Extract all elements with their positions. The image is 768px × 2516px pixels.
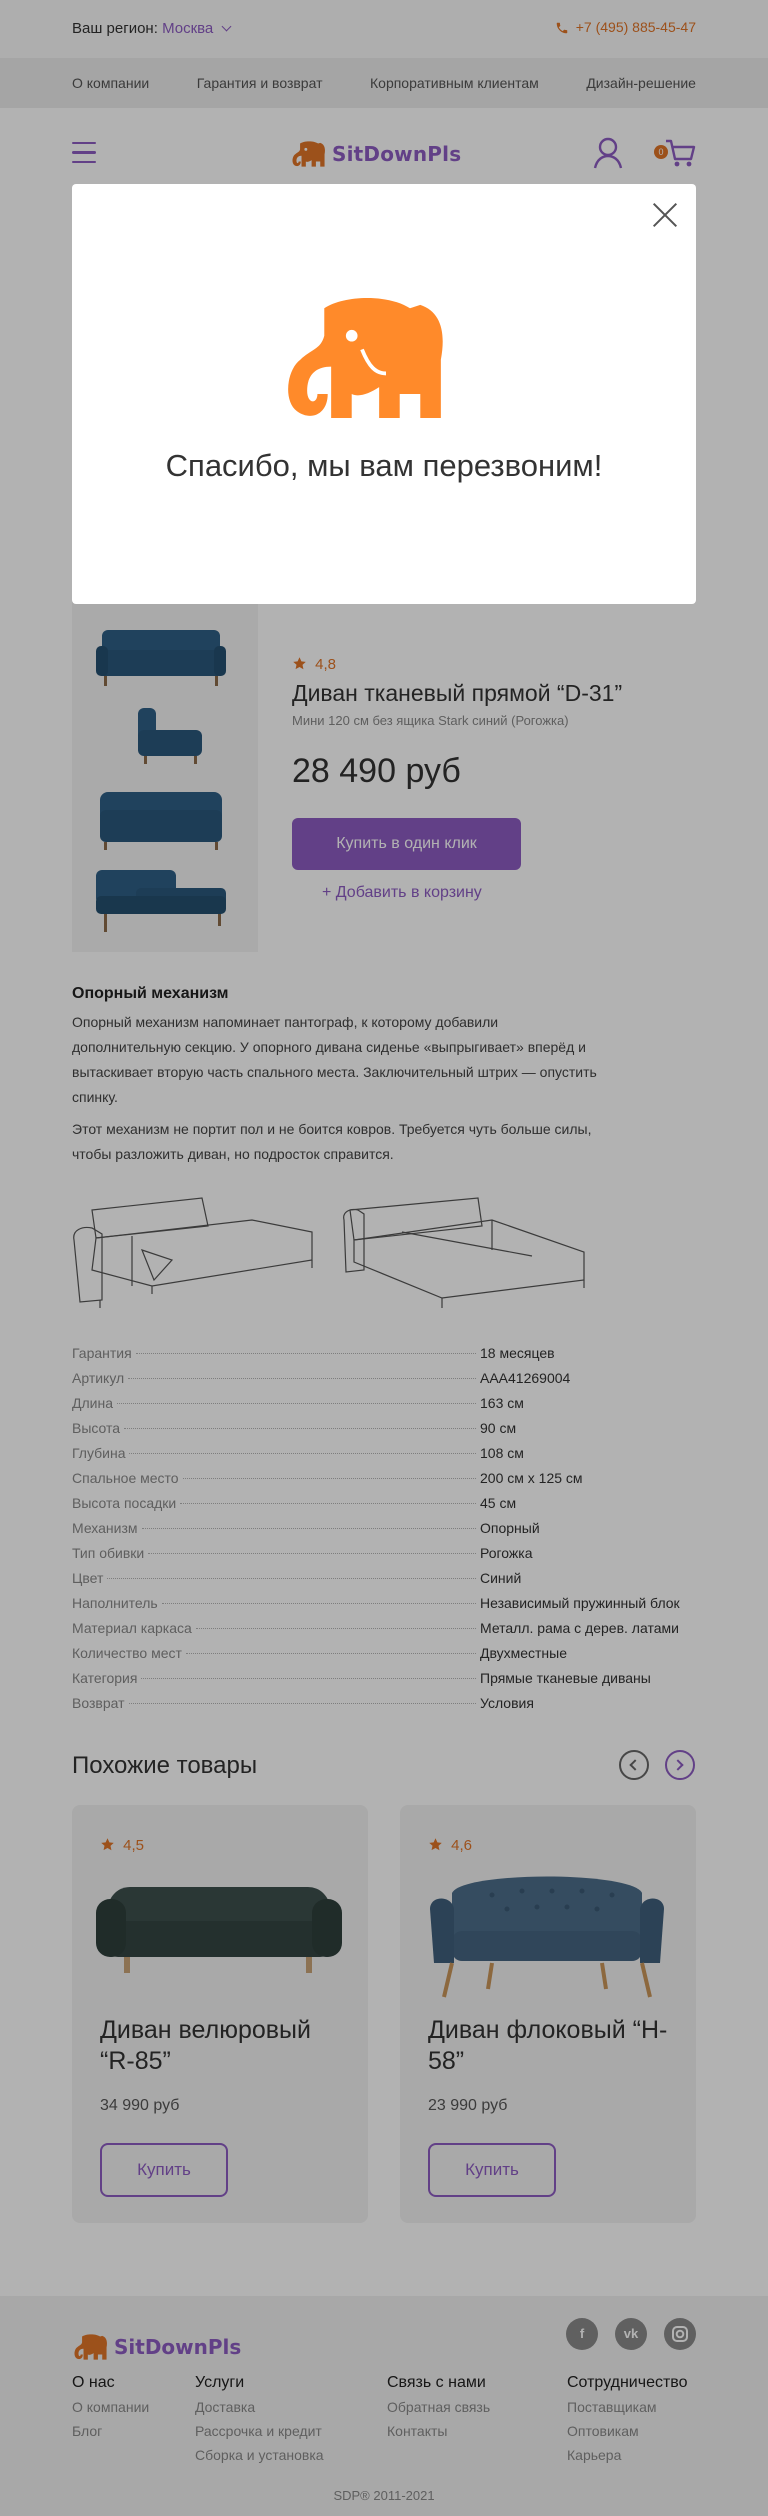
callback-success-modal: Спасибо, мы вам перезвоним! [72,184,696,604]
elephant-logo-icon [288,298,443,418]
close-icon[interactable] [652,202,678,228]
modal-message: Спасибо, мы вам перезвоним! [165,448,603,483]
page: Ваш регион: Москва +7 (495) 885-45-47 О … [0,0,768,2516]
